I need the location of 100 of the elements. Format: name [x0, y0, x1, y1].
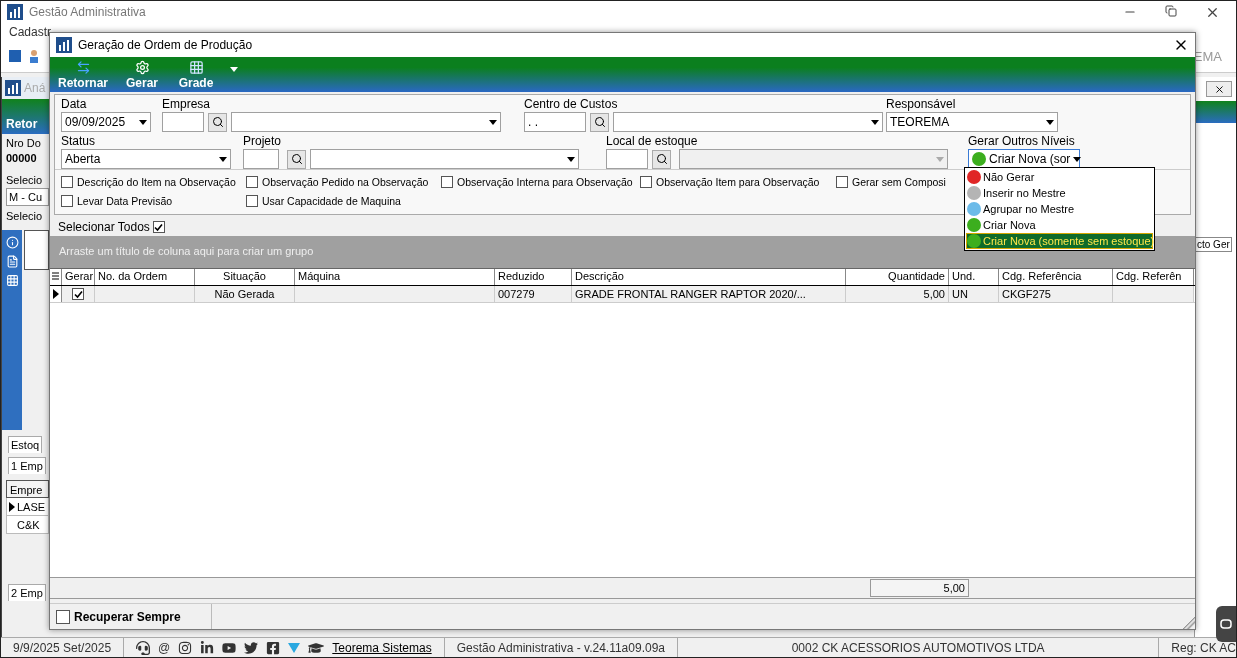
grid-icon[interactable] — [5, 274, 19, 287]
field-label: Local de estoque — [606, 134, 699, 149]
search-icon — [290, 153, 303, 165]
tab[interactable]: 2 Emp — [8, 584, 46, 601]
column-header[interactable]: Descrição — [572, 269, 846, 285]
grid-row[interactable]: LASE — [6, 498, 49, 516]
arrows-icon — [75, 60, 91, 75]
option-label: Observação Interna para Observação — [457, 175, 633, 188]
version-text: Gestão Administrativa - v.24.11a09.09a — [444, 638, 678, 657]
app-logo-icon — [56, 37, 72, 53]
document-icon[interactable] — [5, 255, 19, 268]
option-label: Observação Pedido na Observação — [262, 175, 429, 188]
select-all-label: Selecionar Todos — [58, 220, 150, 234]
table-cell: GRADE FRONTAL RANGER RAPTOR 2020/... — [572, 286, 846, 302]
app-logo-icon — [7, 4, 23, 20]
total-field: 5,00 — [870, 579, 969, 597]
toolbar-button[interactable]: Gerar — [118, 60, 166, 90]
option-label: Descrição do Item na Observação — [77, 175, 236, 188]
input-field[interactable] — [243, 149, 279, 169]
toolbar-background — [1195, 101, 1236, 123]
search-button[interactable] — [652, 149, 671, 169]
reg-text: Reg: CK AC — [1170, 639, 1236, 657]
search-icon — [655, 153, 668, 165]
column-header[interactable]: Cdg. Referên — [1113, 269, 1194, 285]
info-icon[interactable] — [5, 236, 19, 249]
column-header[interactable]: No. da Ordem — [95, 269, 195, 285]
headset-icon[interactable] — [136, 640, 151, 655]
checkbox[interactable] — [152, 221, 165, 233]
facebook-icon[interactable] — [266, 640, 281, 655]
dialog-title: Geração de Ordem de Produção — [78, 38, 253, 52]
window-title: Aná — [24, 81, 46, 95]
search-button[interactable] — [208, 112, 227, 132]
company-text: 0002 CK ACESSORIOS AUTOMOTIVOS LTDA — [678, 638, 1160, 657]
date-field[interactable]: 09/09/2025 — [61, 112, 151, 132]
field-label: Nro Do — [6, 137, 41, 149]
toolbar-button[interactable]: Grade — [172, 60, 220, 90]
date-text: 9/9/2025 Set/2025 — [1, 638, 125, 657]
input-field[interactable] — [162, 112, 204, 132]
linkedin-icon[interactable] — [200, 640, 215, 655]
column-header[interactable]: Cdg. Referência — [999, 269, 1113, 285]
search-button[interactable] — [590, 112, 609, 132]
column-header: Empre — [6, 480, 49, 498]
field-label: Projeto — [243, 134, 283, 149]
option-label: Usar Capacidade de Maquina — [262, 194, 401, 207]
close-button[interactable] — [1206, 81, 1232, 97]
column-header[interactable]: Gerar — [62, 269, 95, 285]
checkbox[interactable] — [640, 175, 652, 188]
checkbox[interactable] — [61, 194, 73, 207]
column-header[interactable]: Und. — [949, 269, 999, 285]
search-icon — [211, 116, 224, 128]
document-number: 00000 — [6, 152, 37, 164]
email-link[interactable]: @ — [158, 640, 171, 655]
app-logo-icon — [5, 80, 21, 96]
youtube-icon[interactable] — [222, 640, 237, 655]
gear-icon — [134, 60, 150, 75]
level-combo[interactable]: Criar Nova (sor — [968, 149, 1080, 169]
restore-icon[interactable] — [1165, 4, 1177, 17]
column-header[interactable]: Máquina — [295, 269, 495, 285]
field-label: Selecio — [6, 174, 43, 186]
teorema-link[interactable]: Teorema Sistemas — [332, 640, 432, 655]
option-label: Levar Data Previsão — [77, 194, 173, 207]
field-label: Status — [61, 134, 97, 149]
combo-box[interactable]: M - Cu — [6, 188, 49, 206]
remote-tab[interactable] — [1216, 606, 1236, 642]
option-label: Observação Item para Observação — [656, 175, 820, 188]
field-label: Gerar Outros Níveis — [968, 134, 1076, 149]
twitter-icon[interactable] — [244, 640, 259, 655]
instagram-icon[interactable] — [178, 640, 193, 655]
group-hint: Arraste um título de coluna aqui para criar um grupo — [59, 245, 314, 257]
input-field[interactable] — [606, 149, 648, 169]
field-label: Responsável — [886, 97, 957, 112]
table-cell: 007279 — [495, 286, 572, 302]
checkbox[interactable] — [61, 175, 73, 188]
combo-box[interactable]: TEOREMA — [886, 112, 1058, 132]
field-label: Selecio — [6, 210, 43, 222]
grid-icon — [188, 60, 204, 75]
field-label: Centro de Custos — [524, 97, 619, 112]
checkbox[interactable] — [836, 175, 848, 188]
option-label: Recuperar Sempre — [74, 609, 181, 624]
column-chooser-icon[interactable] — [52, 272, 59, 282]
search-button[interactable] — [287, 149, 306, 169]
checkbox[interactable] — [56, 609, 70, 624]
menu-item[interactable]: Cadastr — [9, 24, 52, 39]
row-indicator[interactable] — [50, 286, 62, 302]
table-cell: Não Gerada — [195, 286, 295, 302]
tab[interactable]: 1 Emp — [8, 457, 46, 474]
column-header[interactable]: Reduzido — [495, 269, 572, 285]
input-field[interactable]: . . — [524, 112, 586, 132]
checkbox[interactable] — [441, 175, 453, 188]
table-cell: UN — [949, 286, 999, 302]
table-cell: CKGF275 — [999, 286, 1113, 302]
checkbox[interactable] — [72, 288, 84, 300]
close-icon — [1213, 83, 1225, 95]
combo-box[interactable]: Aberta — [61, 149, 231, 169]
tab[interactable]: Estoq — [8, 436, 43, 453]
checkbox[interactable] — [246, 194, 258, 207]
field-label: Data — [61, 97, 88, 112]
checkbox[interactable] — [246, 175, 258, 188]
grid-row[interactable]: C&K — [6, 516, 49, 534]
toolbar-button[interactable]: Retornar — [54, 60, 112, 90]
